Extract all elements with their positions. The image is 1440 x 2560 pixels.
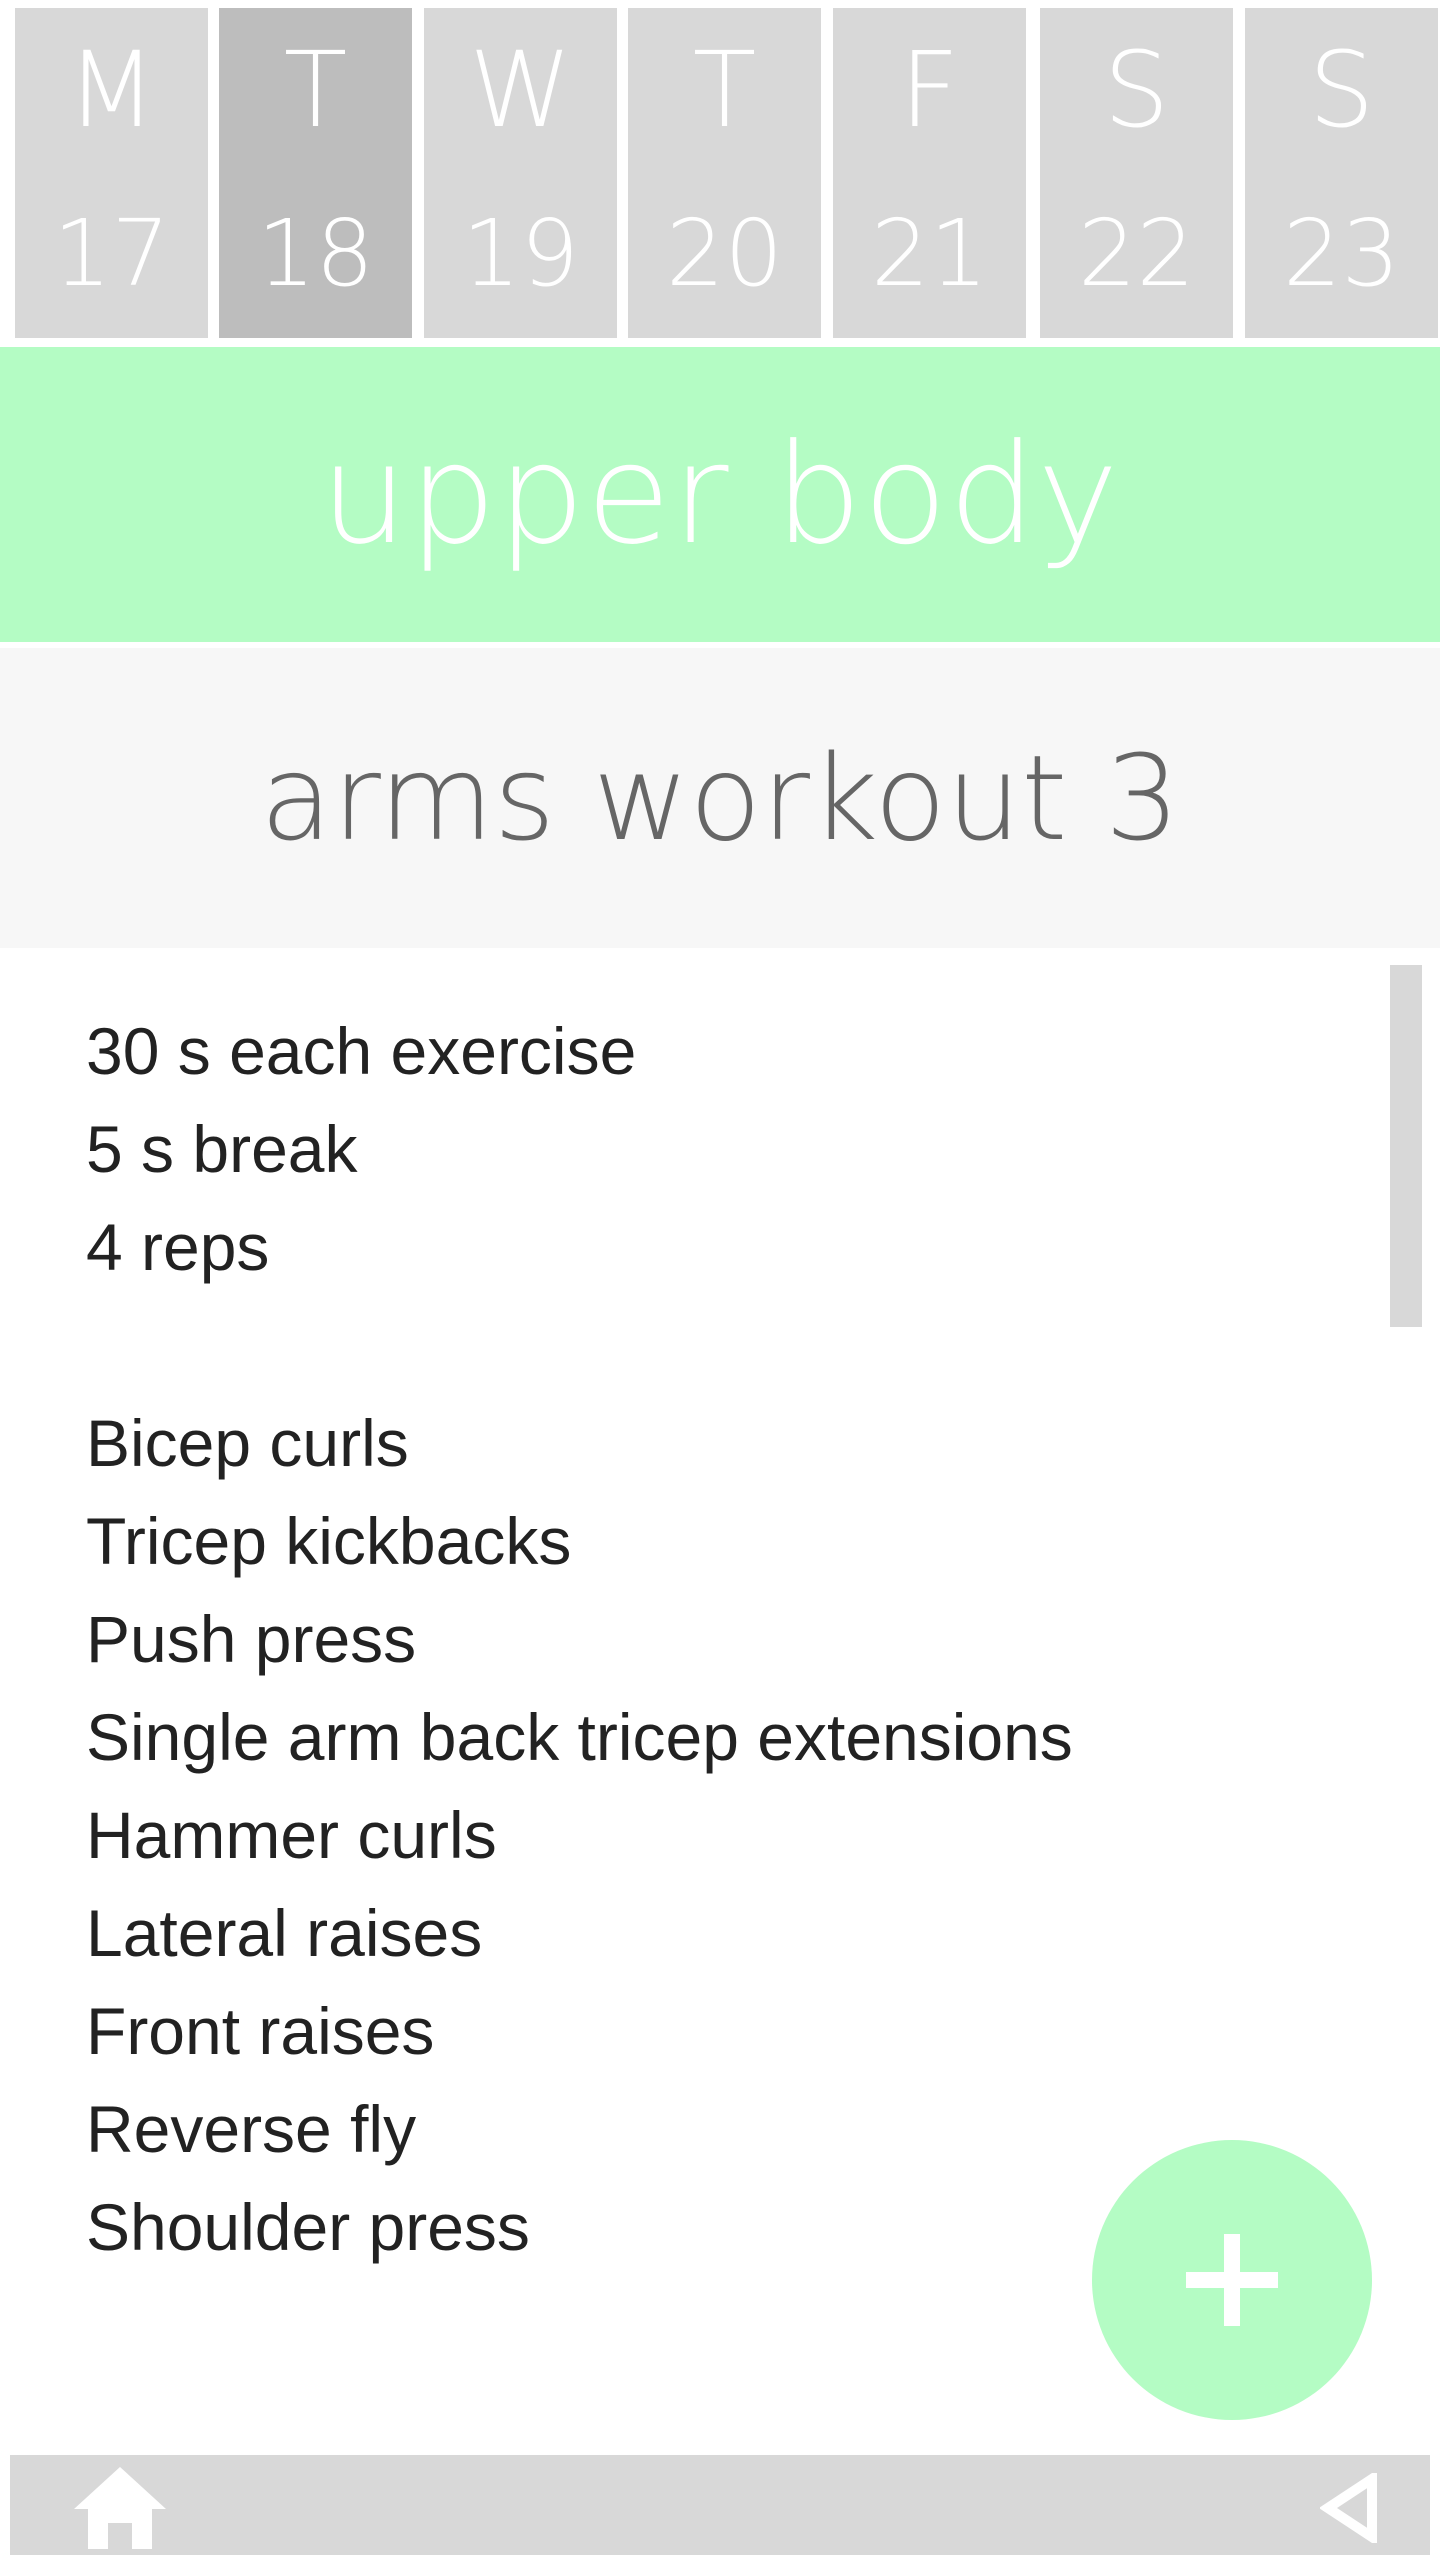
day-letter: W <box>469 29 572 151</box>
day-tile-mon[interactable]: M 17 <box>15 8 208 338</box>
day-date: 20 <box>665 200 784 307</box>
exercise-item: Single arm back tricep extensions <box>86 1700 1073 1774</box>
detail-line: 5 s break <box>86 1112 358 1186</box>
category-label: upper body <box>320 414 1120 575</box>
day-date: 23 <box>1282 200 1401 307</box>
workout-details-list: 30 s each exercise 5 s break 4 reps Bice… <box>86 1002 1073 2276</box>
day-tile-sun[interactable]: S 23 <box>1245 8 1438 338</box>
exercise-item: Push press <box>86 1602 417 1676</box>
day-letter: T <box>283 29 348 151</box>
day-letter: M <box>66 29 157 151</box>
workout-title-band: arms workout 3 <box>0 648 1440 948</box>
add-button[interactable] <box>1092 2140 1372 2420</box>
exercise-item: Tricep kickbacks <box>86 1504 572 1578</box>
exercise-item: Hammer curls <box>86 1798 497 1872</box>
bottom-navigation-bar <box>10 2455 1430 2555</box>
workout-title: arms workout 3 <box>260 729 1180 867</box>
day-tile-thu[interactable]: T 20 <box>628 8 821 338</box>
day-tile-wed[interactable]: W 19 <box>424 8 617 338</box>
day-letter: F <box>899 29 960 151</box>
day-tile-tue-selected[interactable]: T 18 <box>219 8 412 338</box>
home-icon[interactable] <box>72 2465 168 2551</box>
day-date: 18 <box>256 200 375 307</box>
day-date: 22 <box>1077 200 1196 307</box>
back-triangle-icon[interactable] <box>1318 2469 1380 2547</box>
day-letter: S <box>1308 29 1375 151</box>
detail-line: 4 reps <box>86 1210 270 1284</box>
week-day-selector: M 17 T 18 W 19 T 20 F 21 S 22 S 23 <box>0 0 1440 344</box>
exercise-item: Shoulder press <box>86 2190 530 2264</box>
day-date: 21 <box>870 200 989 307</box>
scrollbar-thumb[interactable] <box>1390 965 1422 1327</box>
day-tile-sat[interactable]: S 22 <box>1040 8 1233 338</box>
category-banner[interactable]: upper body <box>0 347 1440 642</box>
day-letter: S <box>1103 29 1170 151</box>
exercise-item: Reverse fly <box>86 2092 417 2166</box>
detail-line-blank <box>86 1296 1073 1394</box>
day-letter: T <box>692 29 757 151</box>
exercise-item: Front raises <box>86 1994 435 2068</box>
day-tile-fri[interactable]: F 21 <box>833 8 1026 338</box>
detail-line: 30 s each exercise <box>86 1014 637 1088</box>
exercise-item: Lateral raises <box>86 1896 483 1970</box>
day-date: 19 <box>461 200 580 307</box>
exercise-item: Bicep curls <box>86 1406 409 1480</box>
day-date: 17 <box>52 200 171 307</box>
